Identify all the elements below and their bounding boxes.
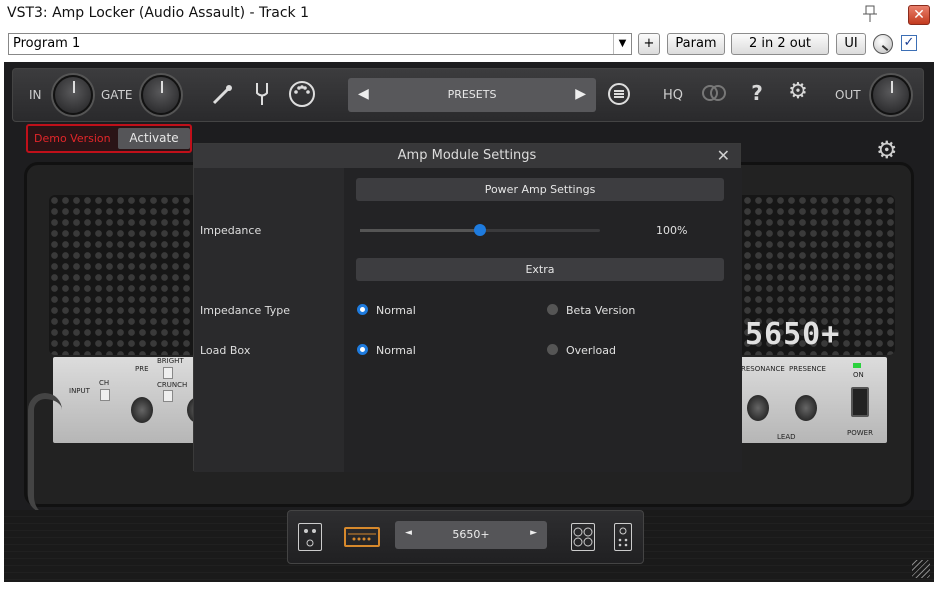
effects-module-icon[interactable] (614, 523, 632, 551)
demo-version-label: Demo Version (34, 132, 111, 145)
impedance-slider-fill (360, 229, 480, 232)
presets-label: PRESETS (447, 88, 497, 101)
input-jack-label: INPUT (69, 387, 90, 395)
tuner-pen-icon[interactable] (209, 83, 235, 112)
resize-grip[interactable] (912, 560, 930, 578)
load-box-overload-radio[interactable] (547, 344, 558, 355)
impedance-slider[interactable] (360, 224, 600, 236)
amp-model-name: 5650+ (452, 528, 490, 541)
impedance-slider-thumb[interactable] (474, 224, 486, 236)
wet-knob[interactable] (873, 34, 893, 54)
amp-logo: 5650+ (745, 317, 841, 352)
help-icon[interactable]: ? (747, 81, 767, 105)
guitar-cable (28, 393, 62, 513)
hq-toggle[interactable] (701, 83, 727, 108)
lead-label: LEAD (777, 433, 796, 441)
ch-label: CH (99, 379, 110, 387)
preset-list-icon[interactable] (607, 82, 631, 111)
pin-icon[interactable] (858, 4, 882, 24)
preset-next-button[interactable]: ▶ (575, 86, 586, 102)
activate-button[interactable]: Activate (118, 128, 190, 149)
crunch-label: CRUNCH (157, 381, 188, 389)
impedance-type-normal-radio[interactable] (357, 304, 368, 315)
power-label: POWER (847, 429, 873, 437)
param-button[interactable]: Param (667, 33, 725, 55)
amp-model-next-button[interactable]: ► (530, 528, 537, 538)
power-amp-settings-header: Power Amp Settings (356, 178, 724, 201)
pre-gain-knob[interactable] (131, 397, 153, 423)
gate-label: GATE (101, 88, 133, 102)
impedance-type-beta-label: Beta Version (566, 304, 636, 317)
cabinet-module-icon[interactable] (571, 523, 595, 551)
window-titlebar: VST3: Amp Locker (Audio Assault) - Track… (0, 0, 941, 29)
plugin-window: IN GATE ◀ PRESETS ▶ HQ ? ⚙ OUT 5650+ INP… (4, 62, 934, 582)
on-label: ON (853, 371, 864, 379)
window-close-button[interactable]: ✕ (908, 5, 930, 25)
amp-right-panel: RESONANCE PRESENCE ON LEAD POWER (739, 357, 887, 443)
demo-banner: Demo Version Activate (26, 124, 192, 153)
pedal-module-icon[interactable] (298, 523, 322, 551)
program-select-value: Program 1 (13, 36, 81, 51)
in-label: IN (29, 88, 42, 102)
amp-module-settings-dialog: Amp Module Settings ✕ Impedance Impedanc… (193, 143, 742, 472)
resonance-knob[interactable] (747, 395, 769, 421)
bypass-checkbox[interactable]: ✓ (901, 35, 917, 51)
impedance-type-label: Impedance Type (200, 304, 290, 317)
amp-model-selector[interactable]: ◄ 5650+ ► (395, 521, 547, 549)
midi-icon[interactable] (287, 79, 317, 114)
preset-browser[interactable]: ◀ PRESETS ▶ (348, 78, 596, 112)
pre-label: PRE (135, 365, 149, 373)
host-toolbar: Program 1 ▼ + Param 2 in 2 out UI ✓ (0, 29, 941, 60)
impedance-type-beta-radio[interactable] (547, 304, 558, 315)
add-program-button[interactable]: + (638, 33, 660, 55)
module-selector: ◄ 5650+ ► (287, 510, 644, 564)
program-select[interactable]: Program 1 ▼ (8, 33, 632, 55)
output-knob[interactable] (871, 75, 911, 115)
impedance-value: 100% (656, 224, 688, 237)
amp-settings-gear-icon[interactable]: ⚙ (876, 136, 898, 164)
extra-header: Extra (356, 258, 724, 281)
bright-switch[interactable] (163, 367, 173, 379)
dialog-header: Amp Module Settings ✕ (194, 144, 740, 168)
io-config-button[interactable]: 2 in 2 out (731, 33, 829, 55)
load-box-normal-label: Normal (376, 344, 416, 357)
load-box-normal-radio[interactable] (357, 344, 368, 355)
hq-label: HQ (663, 88, 684, 103)
amp-module-icon[interactable] (344, 527, 380, 547)
bright-label: BRIGHT (157, 357, 184, 365)
crunch-switch[interactable] (163, 390, 173, 402)
power-switch[interactable] (851, 387, 869, 417)
ui-button[interactable]: UI (836, 33, 866, 55)
impedance-type-normal-label: Normal (376, 304, 416, 317)
load-box-overload-label: Overload (566, 344, 616, 357)
resonance-label: RESONANCE (741, 365, 785, 373)
gate-knob[interactable] (141, 75, 181, 115)
impedance-label: Impedance (200, 224, 262, 237)
dialog-labels-column: Impedance Impedance Type Load Box (194, 168, 344, 472)
chevron-down-icon[interactable]: ▼ (613, 34, 631, 54)
dialog-close-icon[interactable]: ✕ (717, 146, 730, 165)
dialog-controls-column: Power Amp Settings 100% Extra Normal Bet… (344, 168, 742, 472)
window-title: VST3: Amp Locker (Audio Assault) - Track… (7, 5, 309, 21)
ch-switch[interactable] (100, 389, 110, 401)
load-box-label: Load Box (200, 344, 251, 357)
out-label: OUT (835, 88, 861, 102)
presence-knob[interactable] (795, 395, 817, 421)
input-knob[interactable] (53, 75, 93, 115)
tuning-fork-icon[interactable] (251, 81, 273, 112)
amp-left-panel: INPUT CH PRE BRIGHT CRUNCH (28, 357, 213, 513)
presence-label: PRESENCE (789, 365, 826, 373)
dialog-title: Amp Module Settings (397, 148, 537, 163)
power-led (853, 363, 861, 368)
plugin-topbar: IN GATE ◀ PRESETS ▶ HQ ? ⚙ OUT (12, 68, 924, 122)
settings-gear-icon[interactable]: ⚙ (785, 79, 811, 104)
